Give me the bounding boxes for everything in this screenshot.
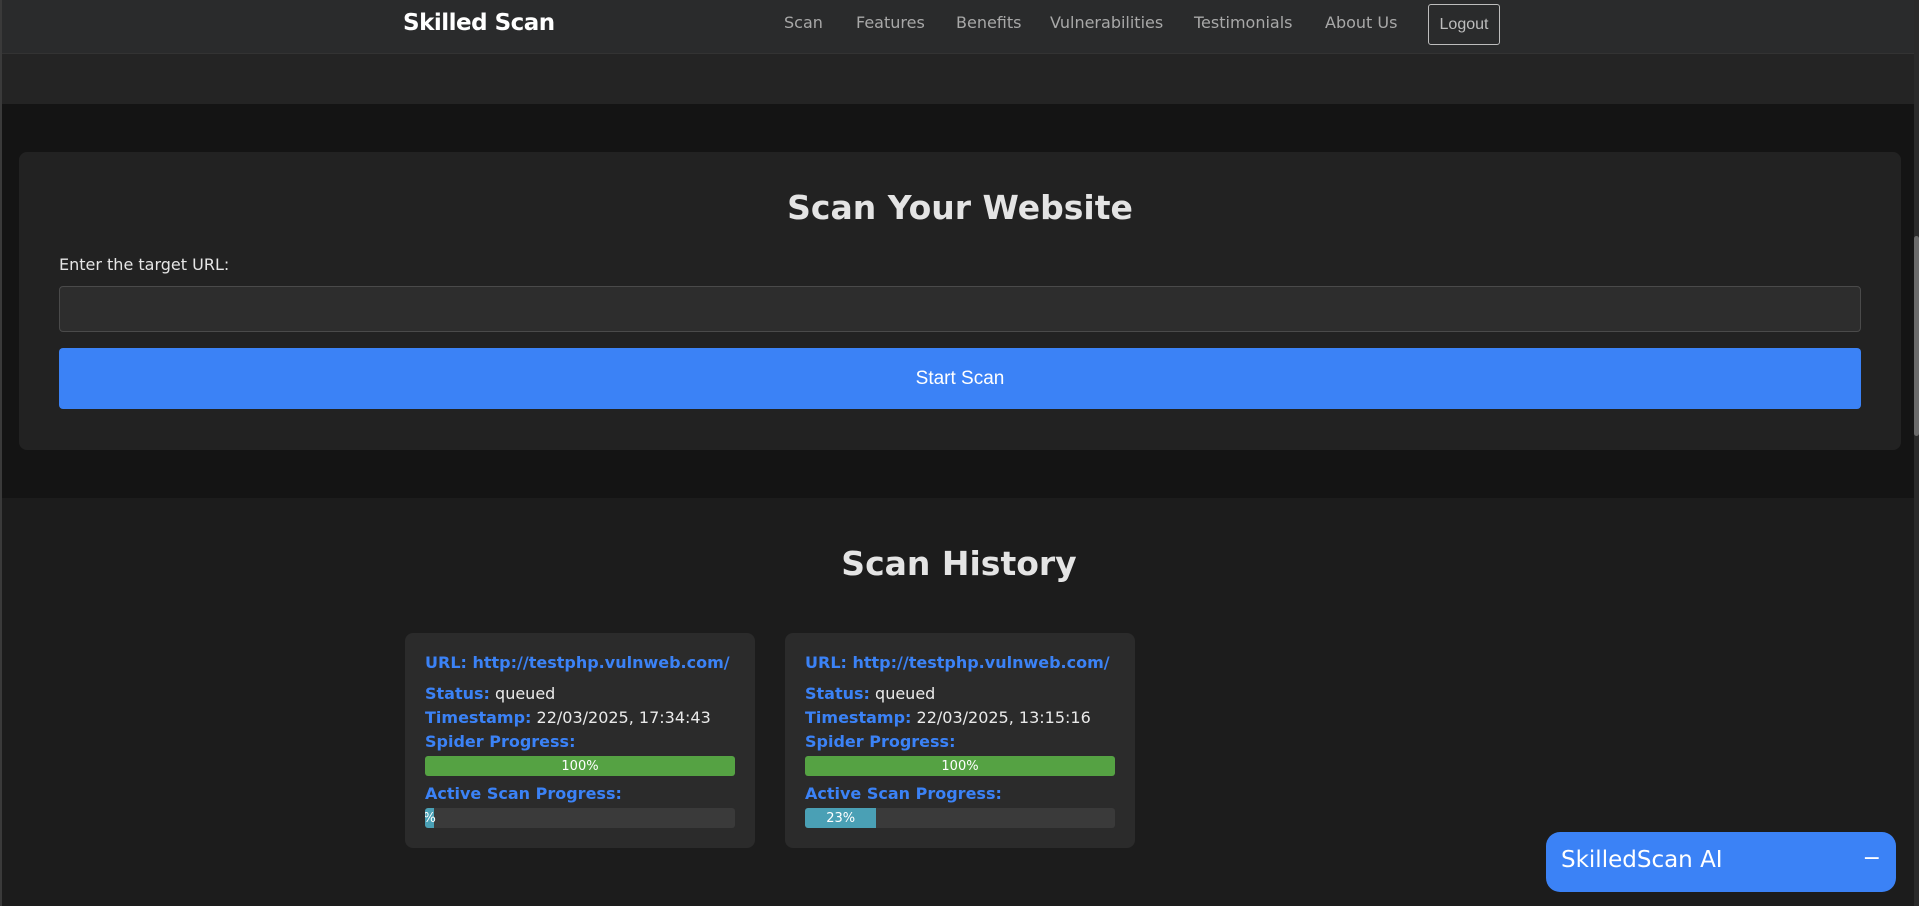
header-spacer (2, 54, 1916, 104)
status-value: queued (495, 684, 556, 703)
url-label: Enter the target URL: (59, 255, 230, 274)
status-row: Status: queued (425, 684, 555, 703)
spider-progress-text: 100% (561, 758, 599, 774)
spider-progress-bar: 100% (425, 756, 735, 776)
main-nav: Scan Features Benefits Vulnerabilities T… (2, 0, 1916, 54)
page-scrollbar[interactable] (1914, 0, 1919, 906)
active-scan-progress-label: Active Scan Progress: (805, 784, 1002, 803)
status-label: Status: (805, 684, 870, 703)
scan-section: Scan Your Website Enter the target URL: … (2, 104, 1916, 498)
spider-progress-label: Spider Progress: (805, 732, 956, 751)
nav-benefits[interactable]: Benefits (956, 13, 1022, 32)
url-label: URL: (425, 653, 467, 672)
spider-progress-bar: 100% (805, 756, 1115, 776)
scan-form-card: Scan Your Website Enter the target URL: … (19, 152, 1901, 450)
history-url-row: URL: http://testphp.vulnweb.com/ (425, 653, 730, 672)
scan-history-card: URL: http://testphp.vulnweb.com/ Status:… (405, 633, 755, 848)
url-label: URL: (805, 653, 847, 672)
top-navbar: Skilled Scan Scan Features Benefits Vuln… (2, 0, 1916, 54)
active-scan-progress-fill: % (425, 808, 436, 828)
timestamp-label: Timestamp: (425, 708, 532, 727)
target-url-input[interactable] (59, 286, 1861, 332)
scrollbar-thumb[interactable] (1914, 236, 1919, 436)
timestamp-row: Timestamp: 22/03/2025, 17:34:43 (425, 708, 711, 727)
spider-progress-text: 100% (941, 758, 979, 774)
status-value: queued (875, 684, 936, 703)
history-url-row: URL: http://testphp.vulnweb.com/ (805, 653, 1110, 672)
nav-testimonials[interactable]: Testimonials (1194, 13, 1293, 32)
status-row: Status: queued (805, 684, 935, 703)
active-scan-progress-fill: 23% (805, 808, 877, 828)
status-label: Status: (425, 684, 490, 703)
spider-progress-fill: 100% (425, 756, 735, 776)
timestamp-value: 22/03/2025, 17:34:43 (536, 708, 711, 727)
active-scan-progress-bar: 23% (805, 808, 1115, 828)
chat-widget[interactable]: SkilledScan AI − (1546, 832, 1896, 892)
active-scan-progress-text: % (425, 811, 436, 826)
nav-vulnerabilities[interactable]: Vulnerabilities (1050, 13, 1163, 32)
active-scan-progress-label: Active Scan Progress: (425, 784, 622, 803)
chat-title: SkilledScan AI (1561, 847, 1723, 873)
timestamp-label: Timestamp: (805, 708, 912, 727)
timestamp-row: Timestamp: 22/03/2025, 13:15:16 (805, 708, 1091, 727)
minimize-icon[interactable]: − (1863, 846, 1881, 871)
timestamp-value: 22/03/2025, 13:15:16 (916, 708, 1091, 727)
spider-progress-fill: 100% (805, 756, 1115, 776)
spider-progress-label: Spider Progress: (425, 732, 576, 751)
history-url-link[interactable]: http://testphp.vulnweb.com/ (852, 653, 1109, 672)
start-scan-button[interactable]: Start Scan (59, 348, 1861, 409)
scan-history-card: URL: http://testphp.vulnweb.com/ Status:… (785, 633, 1135, 848)
scan-title: Scan Your Website (787, 188, 1133, 227)
scan-history-title: Scan History (841, 544, 1077, 583)
nav-features[interactable]: Features (856, 13, 925, 32)
history-url-link[interactable]: http://testphp.vulnweb.com/ (472, 653, 729, 672)
logout-button[interactable]: Logout (1428, 4, 1500, 45)
active-scan-progress-bar: % (425, 808, 735, 828)
nav-scan[interactable]: Scan (784, 13, 823, 32)
active-scan-progress-text: 23% (826, 810, 856, 826)
nav-about-us[interactable]: About Us (1325, 13, 1397, 32)
